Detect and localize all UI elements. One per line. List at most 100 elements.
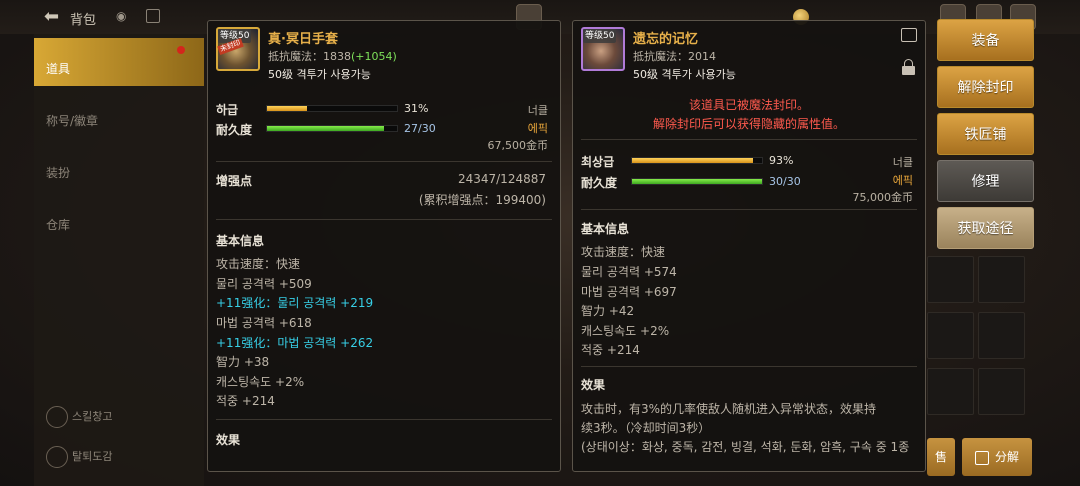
skill-icon	[46, 406, 68, 428]
durability-bar	[266, 125, 398, 132]
reinforce-stat-line: +11强化：마법 공격력 +262	[216, 336, 374, 350]
grade-label: 하급	[216, 103, 239, 117]
stat-line: 攻击速度：快速	[581, 245, 666, 259]
divider	[581, 366, 917, 367]
sidebar-item-storage[interactable]: 仓库	[34, 194, 204, 242]
grade-bar-fill	[632, 158, 753, 163]
inventory-slot[interactable]	[978, 312, 1025, 359]
rarity-tag: 에픽	[527, 122, 548, 135]
effect-title: 效果	[581, 378, 606, 392]
disassemble-icon	[974, 450, 989, 465]
sidebar-item-titles[interactable]: 称号/徽章	[34, 90, 204, 138]
disassemble-button[interactable]: 分解	[962, 438, 1032, 476]
reinforce-total: (累积增强点：199400)	[418, 193, 546, 207]
sidebar-item-label: 装扮	[46, 166, 71, 180]
reinforce-stat-line: +11强化：물리 공격력 +219	[216, 296, 374, 310]
sidebar-item-label: 称号/徽章	[46, 114, 99, 128]
divider	[216, 161, 552, 162]
stat-line: 적중 +214	[216, 394, 275, 408]
stat-line: 적중 +214	[581, 343, 640, 357]
stat-line: 물리 공격력 +509	[216, 277, 312, 291]
share-icon[interactable]	[901, 28, 917, 42]
level-badge: 等级50	[583, 29, 617, 43]
notification-dot	[177, 46, 185, 54]
inventory-slot[interactable]	[978, 368, 1025, 415]
magic-resist-line: 抵抗魔法：2014	[633, 50, 716, 63]
weapon-type-tag: 너클	[527, 104, 548, 117]
stat-line: 물리 공격력 +574	[581, 265, 677, 279]
reinforce-label: 增强点	[216, 174, 253, 188]
equip-button[interactable]: 装备	[937, 19, 1034, 61]
stat-line: 마법 공격력 +697	[581, 285, 677, 299]
inventory-slot[interactable]	[978, 256, 1025, 303]
stat-line: 智力 +38	[216, 355, 270, 369]
sidebar-item-avatar[interactable]: 装扮	[34, 142, 204, 190]
unseal-button[interactable]: 解除封印	[937, 66, 1034, 108]
divider	[216, 219, 552, 220]
reinforce-value: 24347/124887	[457, 172, 546, 186]
stat-line: 攻击速度：快速	[216, 257, 301, 271]
durability-label: 耐久度	[581, 176, 618, 190]
seal-message-line1: 该道具已被魔法封印。	[688, 98, 809, 112]
blacksmith-button[interactable]: 铁匠铺	[937, 113, 1034, 155]
grade-label: 최상급	[581, 155, 615, 169]
knuckle-item-icon: 等级50	[581, 27, 625, 71]
magic-resist-line: 抵抗魔法：1838(+1054)	[268, 50, 397, 63]
grade-bar-fill	[267, 106, 308, 111]
repair-button[interactable]: 修理	[937, 160, 1034, 202]
inventory-slot[interactable]	[927, 368, 974, 415]
equipped-item-tooltip: 等级50 未封印 真·冥日手套 抵抗魔法：1838(+1054) 50级 격투가…	[207, 20, 561, 472]
effect-title: 效果	[216, 433, 241, 447]
weapon-type-tag: 너클	[892, 156, 913, 169]
durability-bar-fill	[632, 179, 762, 184]
gloves-item-icon: 等级50 未封印	[216, 27, 260, 71]
grade-value: 31%	[404, 102, 429, 115]
sidebar-item-items[interactable]: 道具	[34, 38, 204, 86]
sidebar-item-label: 仓库	[46, 218, 71, 232]
effect-line: (상태이상：화상, 중독, 감전, 빙결, 석화, 둔화, 암흑, 구속 중 1…	[581, 440, 910, 454]
sell-label: 售	[934, 450, 947, 464]
durability-value: 27/30	[404, 122, 436, 135]
divider	[581, 139, 917, 140]
divider	[216, 419, 552, 420]
page-title: 背包	[70, 13, 97, 28]
skill-storage-button[interactable]: 스킬창고	[46, 406, 112, 428]
durability-value: 30/30	[769, 175, 801, 188]
collection-icon	[46, 446, 68, 468]
durability-bar	[631, 178, 763, 185]
lock-icon[interactable]	[902, 59, 915, 75]
acquire-route-button[interactable]: 获取途径	[937, 207, 1034, 249]
durability-bar-fill	[267, 126, 384, 131]
durability-label: 耐久度	[216, 123, 253, 137]
grade-bar	[266, 105, 398, 112]
sidebar-item-label: 道具	[46, 62, 71, 76]
stat-line: 智力 +42	[581, 304, 635, 318]
stat-line: 마법 공격력 +618	[216, 316, 312, 330]
basic-info-title: 基本信息	[216, 234, 265, 248]
sell-button[interactable]: 售	[927, 438, 955, 476]
grid-icon[interactable]	[146, 9, 160, 23]
stat-line: 캐스팅속도 +2%	[581, 324, 670, 338]
stat-line: 캐스팅속도 +2%	[216, 375, 305, 389]
inventory-sidebar: 道具 称号/徽章 装扮 仓库 스킬창고 탈퇴도감	[34, 34, 204, 486]
disassemble-label: 分解	[994, 450, 1019, 464]
inventory-slot[interactable]	[927, 312, 974, 359]
item-name: 真·冥日手套	[268, 32, 338, 47]
rarity-tag: 에픽	[892, 174, 913, 187]
back-arrow-icon[interactable]: ⬅	[44, 8, 64, 26]
effect-line: 攻击时，有3%的几率使敌人随机进入异常状态，效果持	[581, 402, 877, 416]
basic-info-title: 基本信息	[581, 222, 630, 236]
compared-item-tooltip: 等级50 遗忘的记忆 抵抗魔法：2014 50级 격투가 사용가능 该道具已被魔…	[572, 20, 926, 472]
collection-button[interactable]: 탈퇴도감	[46, 446, 112, 468]
effect-line: 续3秒。（冷却时间3秒）	[581, 421, 711, 435]
item-price: 67,500金币	[487, 139, 549, 152]
usable-class-line: 50级 격투가 사용가능	[633, 68, 736, 81]
usable-class-line: 50级 격투가 사용가능	[268, 68, 371, 81]
item-price: 75,000金币	[852, 191, 914, 204]
seal-message-line2: 解除封印后可以获得隐藏的属性值。	[652, 117, 845, 131]
inventory-slot[interactable]	[927, 256, 974, 303]
item-name: 遗忘的记忆	[633, 32, 699, 47]
grade-bar	[631, 157, 763, 164]
divider	[581, 209, 917, 210]
eye-icon[interactable]: ◉	[116, 9, 134, 23]
